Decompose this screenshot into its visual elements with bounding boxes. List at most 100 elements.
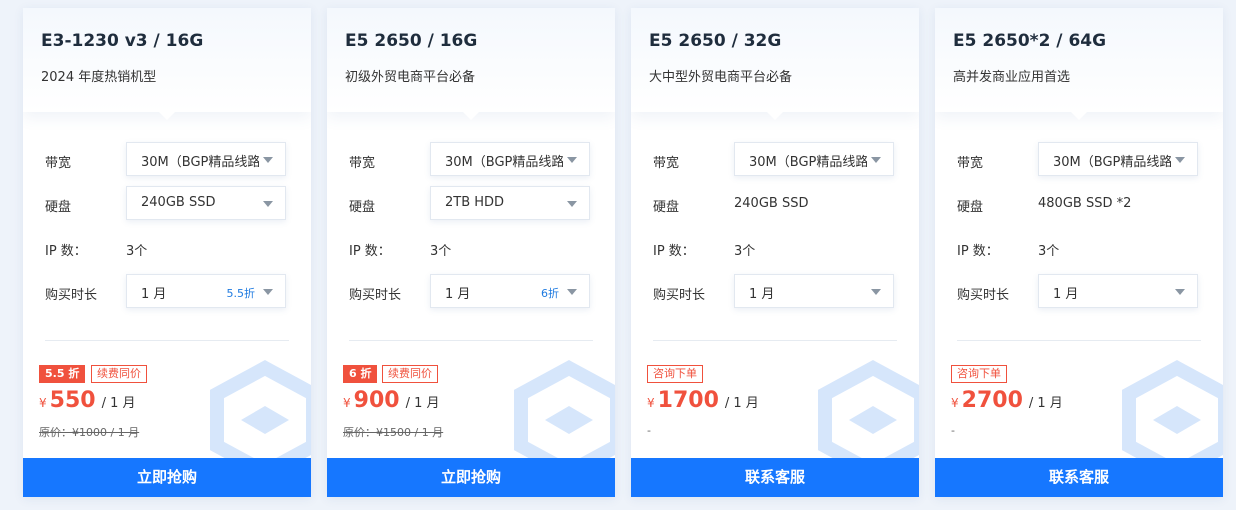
discount-badge: 5.5 折 <box>39 365 86 383</box>
price-unit: / 1 月 <box>101 396 136 411</box>
header-pointer <box>159 112 175 120</box>
product-card-e5-2650-32g: E5 2650 / 32G 大中型外贸电商平台必备 带宽 30M（BGP精品线路… <box>631 8 919 497</box>
card-subtitle: 大中型外贸电商平台必备 <box>649 70 793 85</box>
price-amount: 900 <box>353 388 400 413</box>
price: ¥2700 / 1 月 <box>951 388 1063 413</box>
divider <box>957 340 1201 341</box>
card-subtitle: 初级外贸电商平台必备 <box>345 70 476 85</box>
bandwidth-value: 30M（BGP精品线路） <box>1053 155 1171 170</box>
ip-label: IP 数： <box>957 244 999 259</box>
ip-value: 3个 <box>734 244 756 259</box>
contact-support-button[interactable]: 联系客服 <box>631 458 919 497</box>
card-title: E3-1230 v3 / 16G <box>41 31 204 51</box>
bandwidth-value: 30M（BGP精品线路） <box>141 155 259 170</box>
bandwidth-select[interactable]: 30M（BGP精品线路） <box>126 142 286 176</box>
bandwidth-label: 带宽 <box>45 156 72 171</box>
chevron-down-icon <box>567 157 577 163</box>
currency-symbol: ¥ <box>39 396 47 410</box>
ip-label: IP 数： <box>653 244 695 259</box>
original-price: - <box>647 424 651 437</box>
disk-value: 240GB SSD <box>141 195 216 210</box>
duration-value: 1 月 <box>1053 287 1079 302</box>
price: ¥1700 / 1 月 <box>647 388 759 413</box>
buy-now-button[interactable]: 立即抢购 <box>327 458 615 497</box>
divider <box>45 340 289 341</box>
chevron-down-icon <box>1175 157 1185 163</box>
card-title: E5 2650 / 32G <box>649 31 782 51</box>
contact-support-button[interactable]: 联系客服 <box>935 458 1223 497</box>
price-unit: / 1 月 <box>724 396 759 411</box>
disk-label: 硬盘 <box>653 200 680 215</box>
chevron-down-icon <box>263 157 273 163</box>
ip-label: IP 数： <box>45 244 87 259</box>
duration-discount: 6折 <box>541 287 559 300</box>
product-card-e5-2650-16g: E5 2650 / 16G 初级外贸电商平台必备 带宽 30M（BGP精品线路）… <box>327 8 615 497</box>
price-amount: 1700 <box>657 388 719 413</box>
disk-label: 硬盘 <box>349 200 376 215</box>
duration-value: 1 月 <box>749 287 775 302</box>
inquiry-badge: 咨询下单 <box>951 365 1007 383</box>
bandwidth-label: 带宽 <box>957 156 984 171</box>
bandwidth-select[interactable]: 30M（BGP精品线路） <box>1038 142 1198 176</box>
card-subtitle: 2024 年度热销机型 <box>41 70 157 85</box>
inquiry-badge: 咨询下单 <box>647 365 703 383</box>
duration-label: 购买时长 <box>957 288 1010 303</box>
bandwidth-label: 带宽 <box>653 156 680 171</box>
header-pointer <box>767 112 783 120</box>
disk-value: 480GB SSD *2 <box>1038 196 1132 211</box>
disk-value: 2TB HDD <box>445 195 505 210</box>
currency-symbol: ¥ <box>647 396 655 410</box>
chevron-down-icon <box>871 157 881 163</box>
disk-label: 硬盘 <box>45 200 72 215</box>
ip-label: IP 数： <box>349 244 391 259</box>
disk-select[interactable]: 240GB SSD <box>126 186 286 220</box>
bandwidth-label: 带宽 <box>349 156 376 171</box>
bandwidth-select[interactable]: 30M（BGP精品线路） <box>430 142 590 176</box>
duration-select[interactable]: 1 月 <box>1038 274 1198 308</box>
ip-value: 3个 <box>430 244 452 259</box>
divider <box>653 340 897 341</box>
product-card-e3-1230: E3-1230 v3 / 16G 2024 年度热销机型 带宽 30M（BGP精… <box>23 8 311 497</box>
divider <box>349 340 593 341</box>
bandwidth-select[interactable]: 30M（BGP精品线路） <box>734 142 894 176</box>
chevron-down-icon <box>567 289 577 295</box>
original-price: 原价：¥1500 / 1 月 <box>343 426 444 439</box>
duration-select[interactable]: 1 月 6折 <box>430 274 590 308</box>
price-amount: 550 <box>49 388 96 413</box>
duration-discount: 5.5折 <box>226 287 256 300</box>
price: ¥550 / 1 月 <box>39 388 136 413</box>
currency-symbol: ¥ <box>343 396 351 410</box>
renewal-badge: 续费同价 <box>91 365 147 383</box>
chevron-down-icon <box>263 201 273 207</box>
card-title: E5 2650 / 16G <box>345 31 478 51</box>
disk-label: 硬盘 <box>957 200 984 215</box>
card-header: E5 2650 / 16G 初级外贸电商平台必备 <box>327 8 615 120</box>
card-header: E5 2650*2 / 64G 高并发商业应用首选 <box>935 8 1223 120</box>
currency-symbol: ¥ <box>951 396 959 410</box>
buy-now-button[interactable]: 立即抢购 <box>23 458 311 497</box>
chevron-down-icon <box>567 201 577 207</box>
duration-label: 购买时长 <box>349 288 402 303</box>
chevron-down-icon <box>871 289 881 295</box>
ip-value: 3个 <box>126 244 148 259</box>
card-header: E5 2650 / 32G 大中型外贸电商平台必备 <box>631 8 919 120</box>
header-pointer <box>1071 112 1087 120</box>
disk-value: 240GB SSD <box>734 196 809 211</box>
original-price: - <box>951 424 955 437</box>
original-price: 原价：¥1000 / 1 月 <box>39 426 140 439</box>
price-unit: / 1 月 <box>405 396 440 411</box>
chevron-down-icon <box>1175 289 1185 295</box>
disk-select[interactable]: 2TB HDD <box>430 186 590 220</box>
duration-label: 购买时长 <box>653 288 706 303</box>
price: ¥900 / 1 月 <box>343 388 440 413</box>
chevron-down-icon <box>263 289 273 295</box>
product-card-e5-2650x2-64g: E5 2650*2 / 64G 高并发商业应用首选 带宽 30M（BGP精品线路… <box>935 8 1223 497</box>
header-pointer <box>463 112 479 120</box>
card-header: E3-1230 v3 / 16G 2024 年度热销机型 <box>23 8 311 120</box>
bandwidth-value: 30M（BGP精品线路） <box>445 155 563 170</box>
card-title: E5 2650*2 / 64G <box>953 31 1107 51</box>
duration-select[interactable]: 1 月 5.5折 <box>126 274 286 308</box>
renewal-badge: 续费同价 <box>382 365 438 383</box>
duration-select[interactable]: 1 月 <box>734 274 894 308</box>
card-subtitle: 高并发商业应用首选 <box>953 70 1071 85</box>
